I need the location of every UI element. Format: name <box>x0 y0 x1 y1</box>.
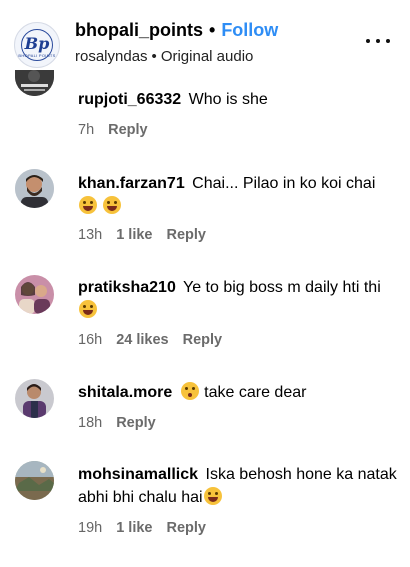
comment-username[interactable]: mohsinamallick <box>78 466 198 483</box>
likes-count[interactable]: 1 like <box>116 227 152 243</box>
comment-time: 19h <box>78 520 103 536</box>
tears-of-joy-emoji-icon <box>103 196 122 214</box>
comment-meta: 16h 24 likes Reply <box>78 332 236 348</box>
comment-username[interactable]: shitala.more <box>78 384 172 401</box>
more-options-icon[interactable] <box>366 33 390 49</box>
tears-of-joy-emoji-icon <box>203 487 222 505</box>
account-row: bhopali_points • Follow <box>75 20 278 41</box>
account-avatar[interactable]: Bp BHOPALI POINTS <box>14 22 60 68</box>
commenter-avatar[interactable] <box>15 379 54 418</box>
audio-label[interactable]: Original audio <box>161 48 254 65</box>
commenter-avatar[interactable] <box>15 70 54 96</box>
account-name[interactable]: bhopali_points <box>75 20 203 40</box>
commenter-avatar[interactable] <box>15 461 54 500</box>
separator-dot: • <box>209 20 216 40</box>
separator-dot: • <box>151 48 157 65</box>
reply-button[interactable]: Reply <box>166 520 206 536</box>
reply-button[interactable]: Reply <box>108 122 148 138</box>
comment-username[interactable]: rupjoti_66332 <box>78 91 181 108</box>
follow-button[interactable]: Follow <box>221 20 278 40</box>
tears-of-joy-emoji-icon <box>79 300 97 318</box>
comment-time: 16h <box>78 332 103 348</box>
comment-time: 18h <box>78 415 103 431</box>
reply-button[interactable]: Reply <box>116 415 156 431</box>
comment-username[interactable]: khan.farzan71 <box>78 175 185 192</box>
post-header: Bp BHOPALI POINTS bhopali_points • Follow … <box>0 0 410 82</box>
comment-body: Chai... Pilao in ko koi chai <box>192 175 376 192</box>
comment-text: pratiksha210 Ye to big boss m daily hti … <box>78 276 398 322</box>
commenter-avatar[interactable] <box>15 275 54 314</box>
commenter-avatar[interactable] <box>15 169 54 208</box>
comment-body: take care dear <box>204 384 307 401</box>
comment-text: shitala.more take care dear <box>78 381 398 404</box>
subtitle-user[interactable]: rosalyndas <box>75 48 148 65</box>
logo-text: Bp <box>24 34 50 53</box>
comment-username[interactable]: pratiksha210 <box>78 279 176 296</box>
comment-text: khan.farzan71 Chai... Pilao in ko koi ch… <box>78 172 398 218</box>
likes-count[interactable]: 24 likes <box>116 332 168 348</box>
logo-subtext: BHOPALI POINTS <box>18 53 56 58</box>
tears-of-joy-emoji-icon <box>79 196 97 214</box>
comment-meta: 7h Reply <box>78 122 162 138</box>
comment-body: Who is she <box>188 91 268 108</box>
post-subtitle: rosalyndas • Original audio <box>75 48 253 65</box>
reply-button[interactable]: Reply <box>183 332 223 348</box>
comment-time: 13h <box>78 227 103 243</box>
comment-time: 7h <box>78 122 95 138</box>
likes-count[interactable]: 1 like <box>116 520 152 536</box>
comment-meta: 18h Reply <box>78 415 170 431</box>
reply-button[interactable]: Reply <box>166 227 206 243</box>
flushed-face-emoji-icon <box>180 382 199 400</box>
comment-text: mohsinamallick Iska behosh hone ka natak… <box>78 463 398 509</box>
comment-meta: 13h 1 like Reply <box>78 227 220 243</box>
comment-body: Ye to big boss m daily hti thi <box>183 279 381 296</box>
comment-text: rupjoti_66332 Who is she <box>78 88 398 111</box>
comment-meta: 19h 1 like Reply <box>78 520 220 536</box>
